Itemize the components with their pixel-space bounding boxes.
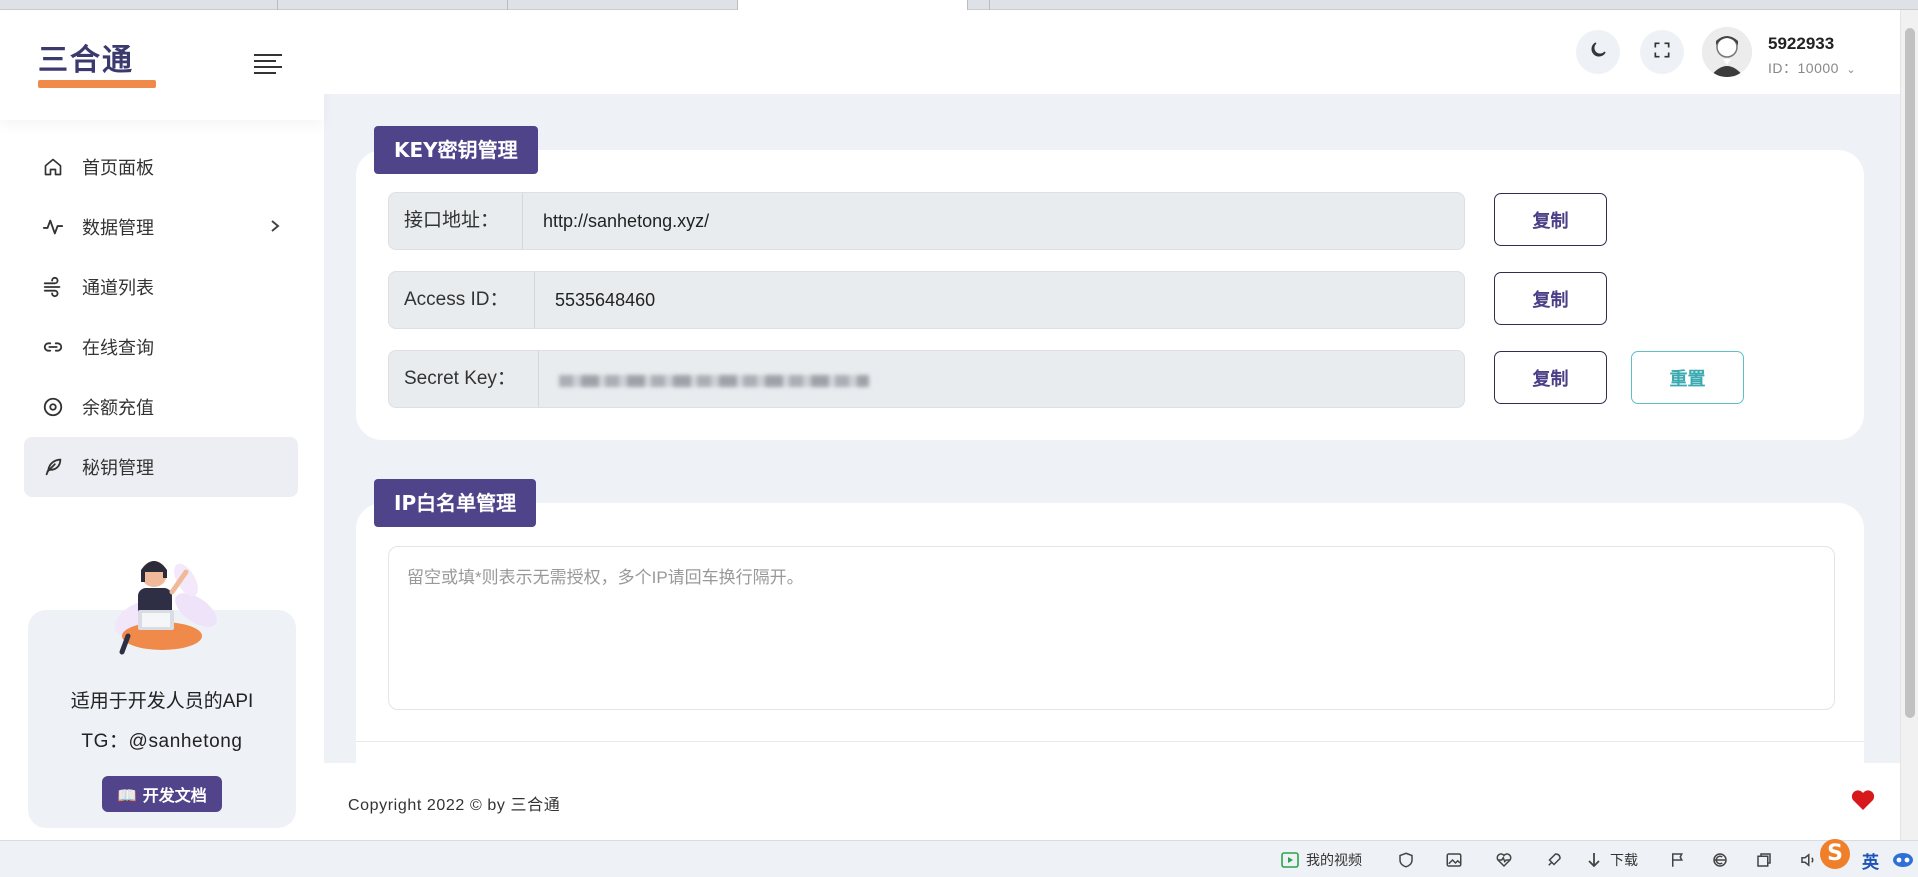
sidebar-item-label: 通道列表	[82, 278, 154, 298]
my-video-button[interactable]: 我的视频	[1280, 849, 1362, 871]
browser-new-tab-button[interactable]	[968, 0, 990, 10]
download-label: 下载	[1610, 852, 1638, 868]
speaker-icon	[1798, 850, 1818, 870]
heart-icon	[1850, 788, 1876, 812]
sidebar-item-label: 首页面板	[82, 158, 154, 178]
image-button[interactable]	[1444, 849, 1470, 871]
ime-language-label: 英	[1862, 852, 1879, 872]
sidebar-item-recharge[interactable]: 余额充值	[24, 377, 298, 437]
sidebar-item-label: 数据管理	[82, 218, 154, 238]
brand-logo[interactable]: 三合通	[38, 43, 158, 88]
browser-e-icon	[1710, 850, 1730, 870]
logo-area: 三合通	[0, 10, 324, 120]
my-video-label: 我的视频	[1306, 852, 1362, 868]
sidebar-item-dashboard[interactable]: 首页面板	[24, 137, 298, 197]
user-id-dropdown[interactable]: ID：10000 ⌄	[1768, 58, 1856, 78]
activity-icon	[42, 216, 64, 238]
fullscreen-toggle[interactable]	[1640, 30, 1684, 74]
copy-secret-key-button[interactable]: 复制	[1494, 351, 1607, 404]
wind-icon	[42, 276, 64, 298]
copy-api-url-button[interactable]: 复制	[1494, 193, 1607, 246]
play-video-icon	[1280, 850, 1300, 870]
ip-card-title: IP白名单管理	[374, 479, 537, 527]
chevron-right-icon	[270, 219, 280, 238]
sidebar-item-data-management[interactable]: 数据管理	[24, 197, 298, 257]
system-taskbar: 我的视频 下载 S 英	[0, 839, 1918, 877]
api-url-label: 接口地址：	[389, 193, 523, 249]
reset-secret-key-button[interactable]: 重置	[1631, 351, 1744, 404]
card-divider	[356, 741, 1864, 742]
heartbeat-icon	[1494, 850, 1514, 870]
developer-illustration	[98, 548, 228, 674]
download-button[interactable]: 下载	[1584, 849, 1638, 871]
promo-line-1: 适用于开发人员的API	[70, 691, 254, 712]
ime-language-toggle[interactable]: 英	[1862, 849, 1879, 872]
dev-docs-button[interactable]: 📖 开发文档	[102, 776, 222, 812]
api-url-value[interactable]: http://sanhetong.xyz/	[543, 193, 709, 249]
scrollbar-thumb[interactable]	[1905, 28, 1915, 718]
ime-mascot-button[interactable]	[1892, 849, 1914, 871]
feather-icon	[42, 456, 64, 478]
sidebar-item-label: 秘钥管理	[82, 458, 154, 478]
mascot-icon	[1892, 850, 1914, 871]
avatar[interactable]	[1702, 27, 1752, 77]
flag-button[interactable]	[1668, 849, 1694, 871]
sidebar-item-key-management[interactable]: 秘钥管理	[24, 437, 298, 497]
health-button[interactable]	[1494, 849, 1520, 871]
link-icon	[42, 336, 64, 358]
menu-toggle-icon[interactable]	[254, 54, 282, 76]
rocket-icon	[1544, 850, 1564, 870]
access-id-value[interactable]: 5535648460	[555, 272, 655, 328]
window-button[interactable]	[1754, 849, 1780, 871]
image-icon	[1444, 850, 1464, 870]
secret-key-field: Secret Key：	[388, 350, 1465, 408]
copy-access-id-button[interactable]: 复制	[1494, 272, 1607, 325]
user-id-text: ID：10000	[1768, 60, 1839, 76]
book-icon: 📖	[117, 786, 138, 805]
sidebar-item-label: 在线查询	[82, 338, 154, 358]
sidebar: 三合通 首页面板 数据管理 通道列表 在线查询 余额充值 秘钥管理 适用于开发人…	[0, 10, 324, 840]
rocket-button[interactable]	[1544, 849, 1570, 871]
moon-icon	[1588, 40, 1608, 65]
home-icon	[42, 156, 64, 178]
browser-tab[interactable]	[48, 0, 278, 10]
promo-line-2: TG：@sanhetong	[81, 731, 243, 752]
top-header: 5922933 ID：10000 ⌄	[324, 10, 1900, 94]
secret-key-redacted	[559, 375, 869, 387]
logo-underline	[38, 80, 156, 88]
logo-text: 三合通	[38, 43, 134, 78]
sidebar-item-online-query[interactable]: 在线查询	[24, 317, 298, 377]
browser-button[interactable]	[1710, 849, 1736, 871]
access-id-field: Access ID： 5535648460	[388, 271, 1465, 329]
flag-icon	[1668, 850, 1688, 870]
sidebar-item-channel-list[interactable]: 通道列表	[24, 257, 298, 317]
browser-tab-active[interactable]	[738, 0, 968, 10]
sogou-ime-button[interactable]: S	[1820, 839, 1850, 869]
footer: Copyright 2022 © by 三合通	[324, 763, 1900, 840]
ip-whitelist-input[interactable]	[388, 546, 1835, 710]
target-icon	[42, 396, 64, 418]
key-card-title: KEY密钥管理	[374, 126, 538, 174]
shield-icon	[1396, 850, 1416, 870]
sogou-s-icon: S	[1820, 839, 1850, 869]
browser-tab[interactable]	[508, 0, 738, 10]
developer-promo-card: 适用于开发人员的API TG：@sanhetong 📖 开发文档	[28, 561, 296, 828]
download-arrow-icon	[1584, 850, 1604, 870]
access-id-label: Access ID：	[389, 272, 535, 328]
dark-mode-toggle[interactable]	[1576, 30, 1620, 74]
sidebar-nav: 首页面板 数据管理 通道列表 在线查询 余额充值 秘钥管理	[24, 137, 298, 497]
dev-docs-label: 开发文档	[142, 786, 207, 805]
page-scrollbar[interactable]	[1900, 10, 1918, 840]
api-url-field: 接口地址： http://sanhetong.xyz/	[388, 192, 1465, 250]
shield-button[interactable]	[1396, 849, 1422, 871]
copyright-text: Copyright 2022 © by 三合通	[348, 797, 561, 814]
fullscreen-icon	[1652, 40, 1672, 65]
user-name: 5922933	[1768, 34, 1835, 53]
chevron-down-icon: ⌄	[1846, 64, 1857, 76]
window-icon	[1754, 850, 1774, 870]
secret-key-label: Secret Key：	[389, 351, 539, 407]
browser-tab[interactable]	[278, 0, 508, 10]
browser-tab-strip	[0, 0, 1918, 10]
sidebar-item-label: 余额充值	[82, 398, 154, 418]
